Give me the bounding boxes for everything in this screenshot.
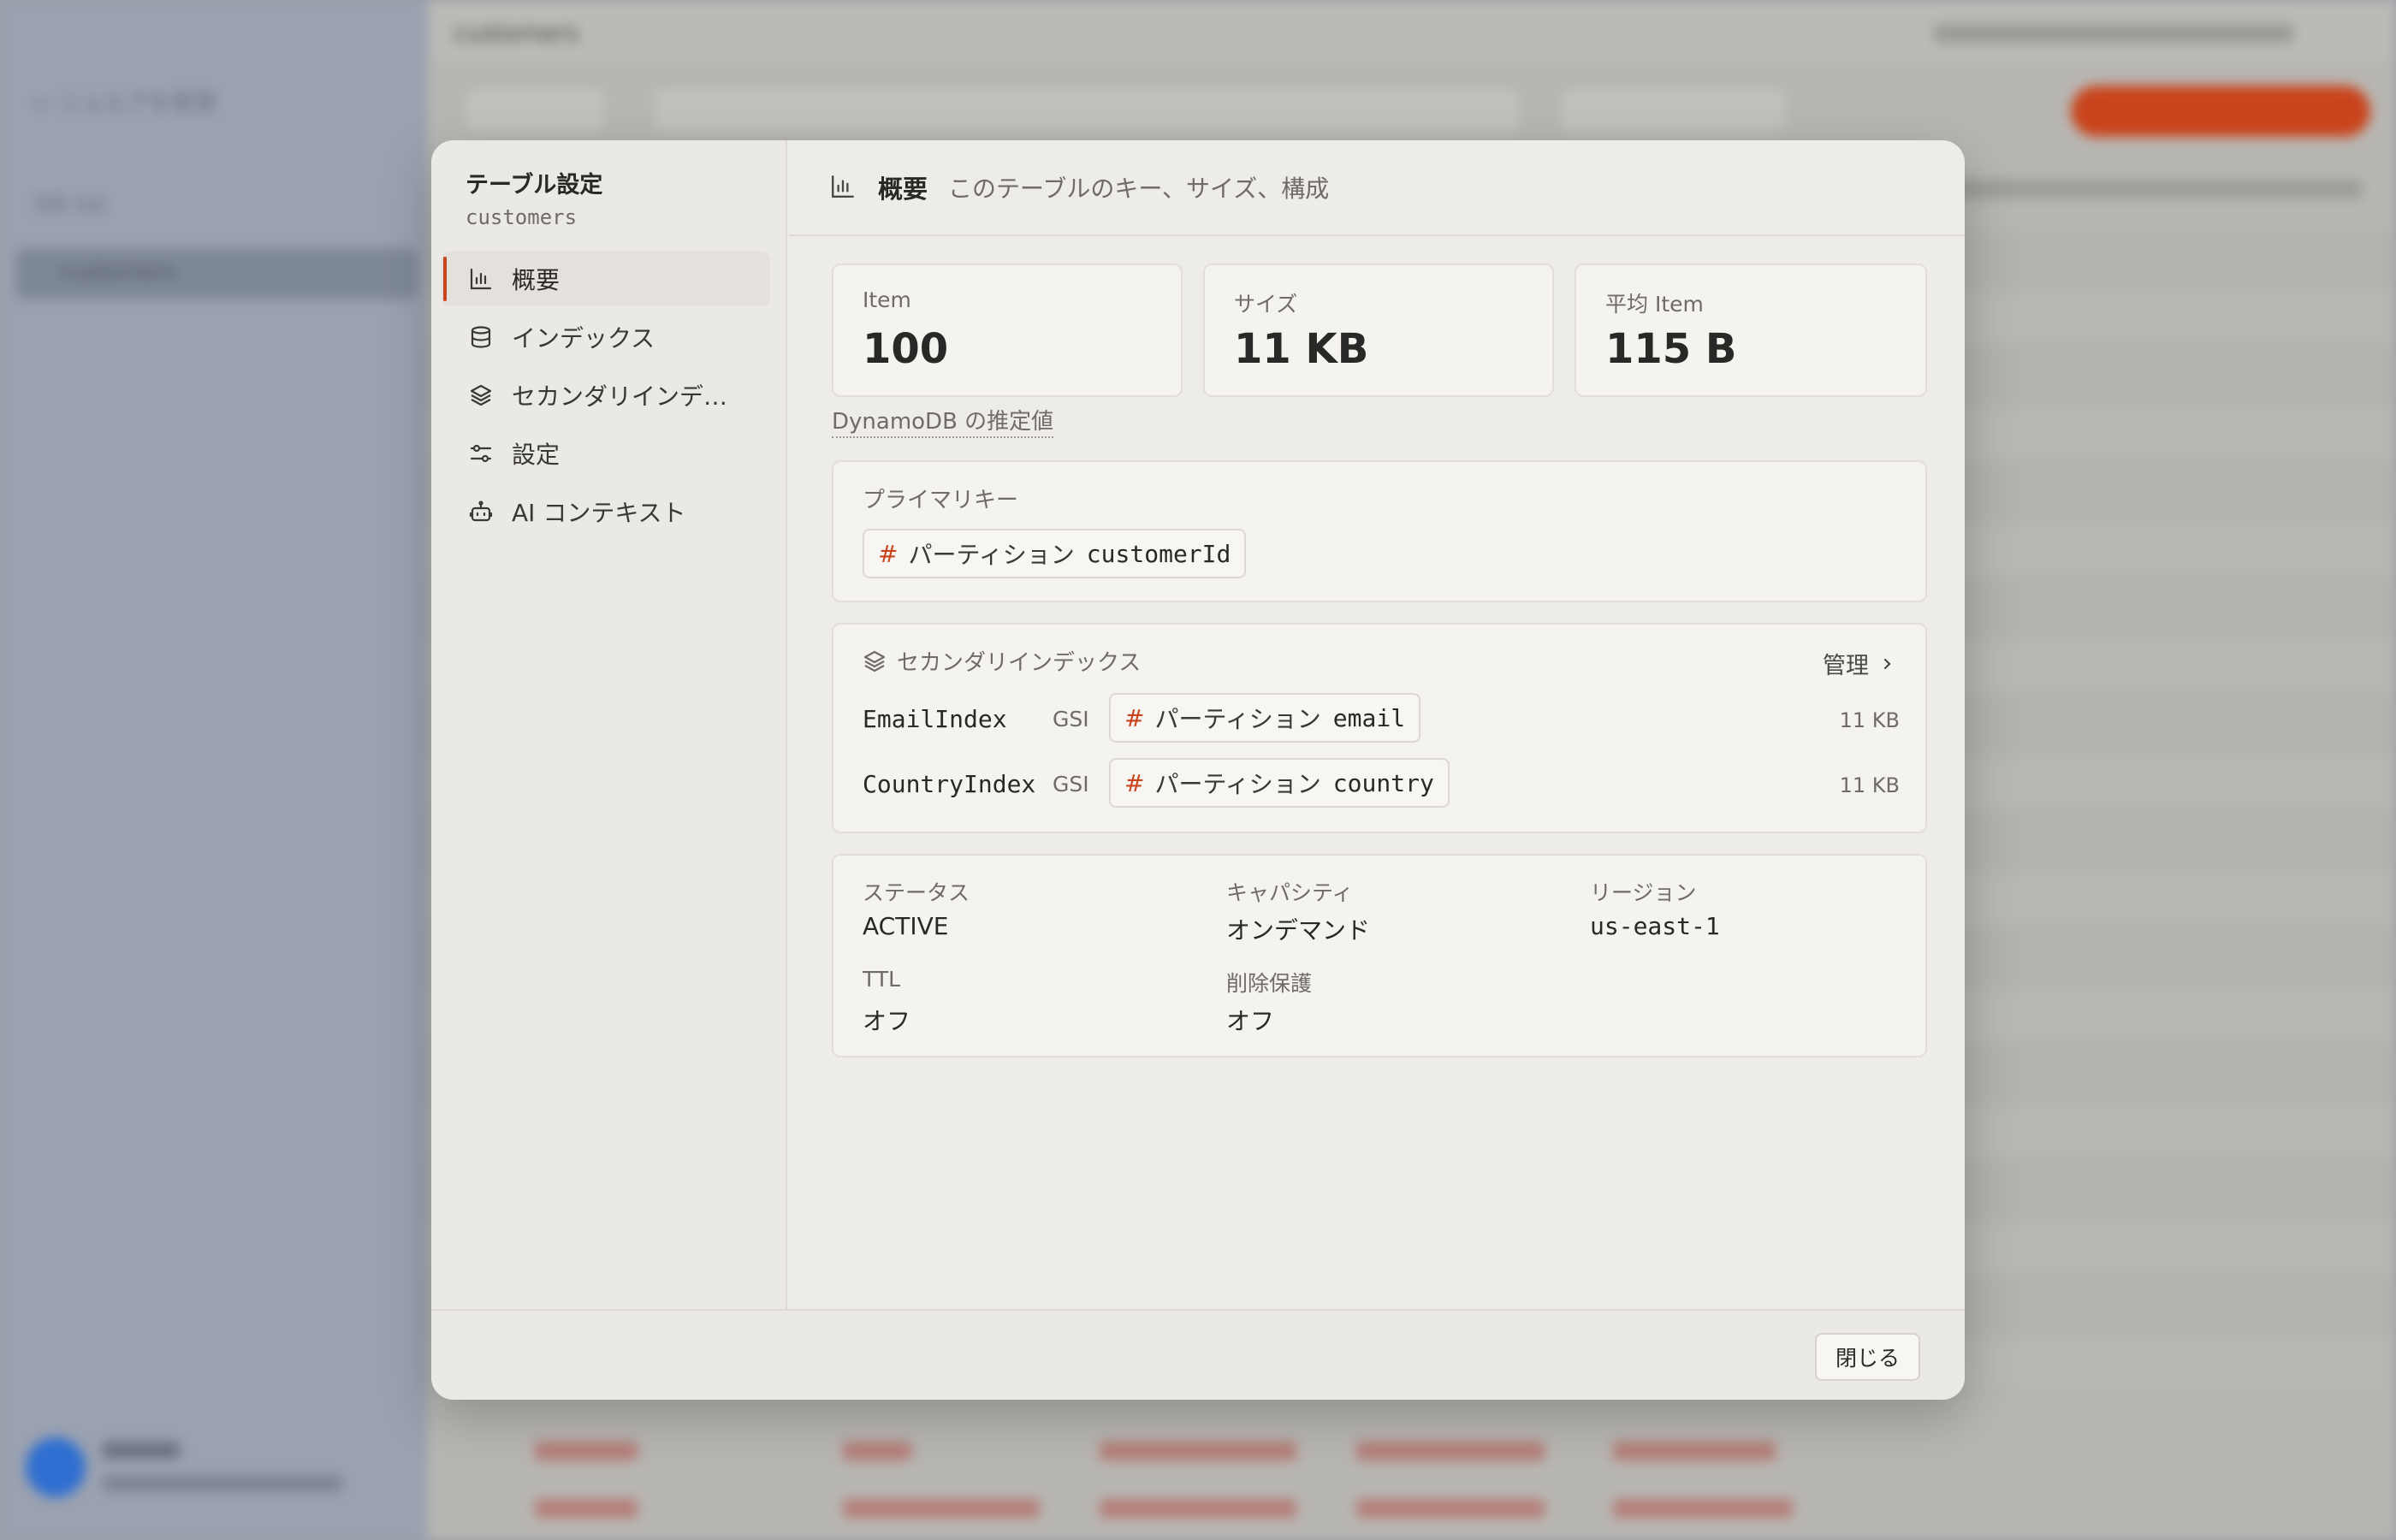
section-title: 概要: [878, 175, 928, 204]
modal-footer: 閉じる: [431, 1309, 1965, 1400]
gsi-type: GSI: [1053, 707, 1089, 732]
key-type: パーティション: [1154, 770, 1321, 798]
gsi-name: CountryIndex: [863, 770, 1036, 798]
modal-title: テーブル設定: [466, 172, 603, 198]
database-icon: [467, 323, 495, 351]
manage-indexes-button[interactable]: 管理: [1823, 647, 1895, 680]
gsi-size: 11 KB: [1839, 773, 1900, 797]
stat-card-avg-item: 平均 Item 115 B: [1575, 264, 1927, 397]
modal-content: 概要 このテーブルのキー、サイズ、構成 Item 100 サイズ 11 KB 平…: [789, 140, 1965, 1309]
bar-chart-icon: [467, 265, 495, 293]
key-type: パーティション: [908, 541, 1075, 569]
stat-card-size: サイズ 11 KB: [1203, 264, 1554, 397]
nav-item-label: セカンダリインデックス: [512, 382, 743, 411]
primary-key-label: プライマリキー: [863, 488, 1019, 513]
bg-user-name: [103, 1442, 180, 1459]
bg-sidebar-item-label: customers: [60, 259, 176, 285]
stat-label: Item: [863, 287, 911, 312]
gsi-name: EmailIndex: [863, 705, 1007, 733]
bg-query-pill: [650, 86, 1523, 135]
section-header: 概要 このテーブルのキー、サイズ、構成: [789, 140, 1965, 236]
bg-user-sub: [103, 1476, 342, 1491]
settings-nav: 概要 インデックス セカンダリインデックス 設定: [442, 252, 770, 542]
prop-value-status: ACTIVE: [863, 912, 949, 940]
layers-icon: [863, 649, 887, 673]
chevron-right-icon: [1879, 656, 1895, 672]
bg-primary-button: [2071, 86, 2370, 137]
nav-item-label: インデックス: [512, 324, 655, 352]
bg-topbar-actions: [1934, 24, 2293, 43]
hash-icon: #: [1124, 768, 1145, 797]
stat-value: 11 KB: [1234, 325, 1369, 373]
bar-chart-icon: [830, 174, 857, 201]
stat-value: 100: [863, 325, 949, 373]
hash-icon: #: [878, 539, 898, 568]
bg-filter-button: [1557, 86, 1788, 135]
bg-topbar: customers: [428, 0, 2396, 68]
prop-label-region: リージョン: [1590, 880, 1697, 905]
gsi-partition-key-chip: # パーティション email: [1109, 693, 1421, 743]
prop-value-ttl: オフ: [863, 1007, 911, 1035]
gsi-size: 11 KB: [1839, 708, 1900, 732]
manage-label: 管理: [1823, 653, 1869, 679]
secondary-indexes-card: セカンダリインデックス 管理 EmailIndex GSI # パーティション …: [832, 623, 1927, 833]
nav-item-indexes[interactable]: インデックス: [442, 310, 770, 364]
table-properties-card: ステータス ACTIVE キャパシティ オンデマンド リージョン us-east…: [832, 854, 1927, 1057]
bg-back-link: ← シェルアを管理: [34, 91, 216, 116]
nav-item-secondary-indexes[interactable]: セカンダリインデックス: [442, 368, 770, 423]
nav-item-overview[interactable]: 概要: [442, 252, 770, 306]
key-attribute: customerId: [1086, 539, 1231, 568]
secondary-indexes-header: セカンダリインデックス: [863, 645, 1141, 677]
nav-item-ai-context[interactable]: AI コンテキスト: [442, 484, 770, 539]
close-button[interactable]: 閉じる: [1814, 1333, 1920, 1381]
gsi-partition-key-chip: # パーティション country: [1109, 758, 1450, 808]
gsi-type: GSI: [1053, 772, 1089, 797]
stat-value: 115 B: [1605, 325, 1737, 373]
modal-sidebar: テーブル設定 customers 概要 インデックス セカンダリインデックス: [431, 140, 787, 1309]
bg-sidebar: ← シェルアを管理 DB list customers: [0, 0, 428, 1540]
nav-item-settings[interactable]: 設定: [442, 426, 770, 481]
prop-label-capacity: キャパシティ: [1226, 880, 1354, 905]
stat-label: 平均 Item: [1605, 292, 1704, 317]
table-settings-modal: テーブル設定 customers 概要 インデックス セカンダリインデックス: [431, 140, 1965, 1400]
hash-icon: #: [1124, 703, 1145, 732]
secondary-indexes-label: セカンダリインデックス: [897, 650, 1142, 676]
nav-item-label: 概要: [512, 266, 560, 294]
prop-label-deletion-protection: 削除保護: [1226, 971, 1313, 996]
partition-key-chip: # パーティション customerId: [863, 529, 1247, 578]
layers-icon: [467, 382, 495, 409]
prop-value-deletion-protection: オフ: [1226, 1007, 1275, 1035]
stat-card-items: Item 100: [832, 264, 1183, 397]
key-attribute: email: [1332, 703, 1406, 732]
table-name: customers: [466, 205, 578, 229]
prop-label-ttl: TTL: [863, 967, 901, 992]
sliders-icon: [467, 440, 495, 467]
bot-icon: [467, 498, 495, 525]
stat-label: サイズ: [1234, 292, 1298, 317]
prop-value-region: us-east-1: [1590, 912, 1720, 940]
primary-key-card: プライマリキー # パーティション customerId: [832, 460, 1927, 602]
nav-item-label: 設定: [512, 441, 560, 469]
prop-label-status: ステータス: [863, 880, 970, 905]
bg-topbar-title: customers: [454, 19, 579, 47]
estimate-note[interactable]: DynamoDB の推定値: [832, 407, 1054, 438]
bg-filter-pill: [462, 86, 608, 135]
prop-value-capacity: オンデマンド: [1226, 916, 1371, 945]
avatar: [26, 1437, 86, 1497]
bg-section-label: DB list: [34, 192, 107, 218]
nav-item-label: AI コンテキスト: [512, 499, 686, 527]
section-subtitle: このテーブルのキー、サイズ、構成: [948, 175, 1330, 203]
key-attribute: country: [1332, 768, 1434, 797]
key-type: パーティション: [1154, 705, 1321, 733]
